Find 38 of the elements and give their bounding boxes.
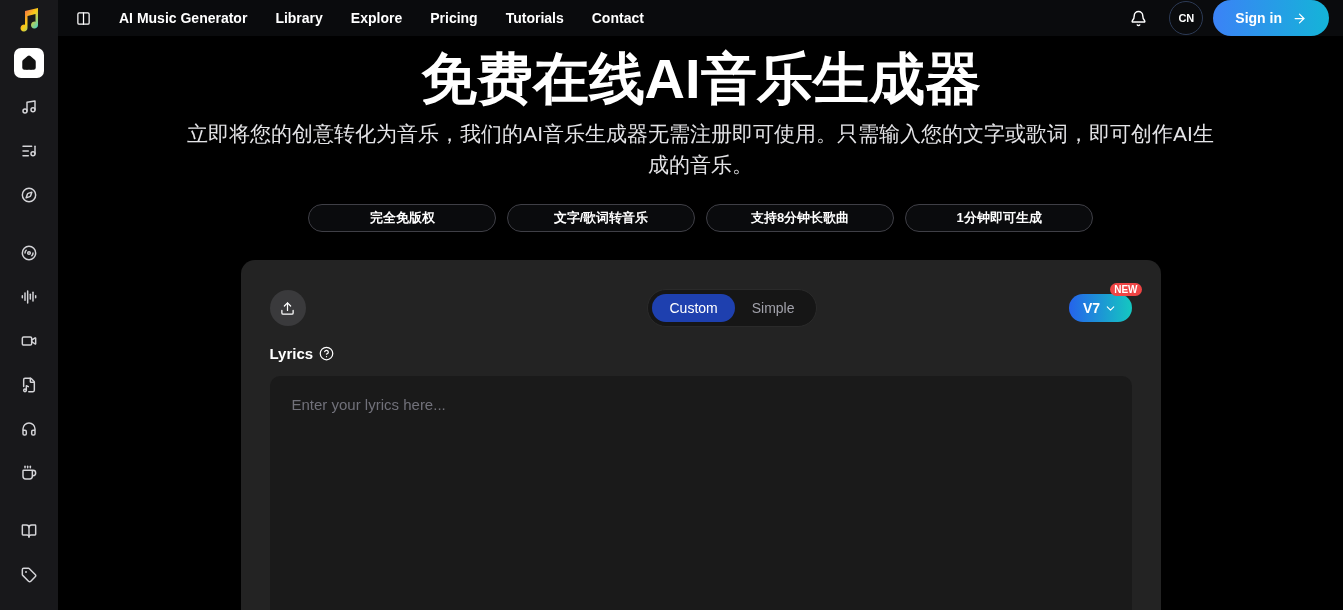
nav-link[interactable]: Explore xyxy=(350,10,403,26)
nav-link[interactable]: Library xyxy=(275,10,323,26)
sidebar-item[interactable] xyxy=(14,48,44,78)
bell-icon[interactable] xyxy=(1130,9,1148,27)
mode-tab[interactable]: Simple xyxy=(734,294,812,322)
page-title: 免费在线AI音乐生成器 xyxy=(420,46,981,112)
coffee-cup-icon xyxy=(21,465,37,481)
video-camera-icon xyxy=(21,333,37,349)
feature-tag: 完全免版权 xyxy=(308,204,496,232)
headphones-icon xyxy=(21,421,37,437)
nav-link[interactable]: AI Music Generator xyxy=(119,10,248,26)
music-logo-icon[interactable] xyxy=(18,7,40,33)
lyrics-input-field[interactable]: Enter your lyrics here... xyxy=(269,376,1132,610)
new-badge: NEW xyxy=(1110,283,1142,296)
music-file-icon xyxy=(21,377,37,393)
nav-link[interactable]: Tutorials xyxy=(505,10,564,26)
waveform-icon xyxy=(21,289,37,305)
page-subtitle: 立即将您的创意转化为音乐，我们的AI音乐生成器无需注册即可使用。只需输入您的文字或歌词，即可创作AI生成的音乐。 xyxy=(186,121,1215,178)
feature-tag: 文字/歌词转音乐 xyxy=(507,204,695,232)
upload-icon xyxy=(280,300,295,316)
tag-icon xyxy=(21,567,37,583)
help-icon[interactable] xyxy=(319,346,335,361)
feature-tag: 1分钟即可生成 xyxy=(905,204,1093,232)
lyrics-label: Lyrics xyxy=(269,345,314,362)
feature-tag: 支持8分钟长歌曲 xyxy=(706,204,894,232)
sidebar-toggle-icon[interactable] xyxy=(76,10,91,26)
music-library-icon xyxy=(21,143,37,159)
compass-icon xyxy=(21,187,37,203)
nav-link[interactable]: Contact xyxy=(591,10,644,26)
mode-tab[interactable]: Custom xyxy=(652,294,735,322)
home-icon xyxy=(21,55,37,71)
version-dropdown[interactable]: V7 xyxy=(1068,294,1132,322)
music-note-icon xyxy=(21,99,37,115)
nav-link[interactable]: Pricing xyxy=(430,10,478,26)
arrow-right-icon xyxy=(1292,10,1307,26)
book-icon xyxy=(21,523,37,539)
upload-button[interactable] xyxy=(269,290,306,326)
disc-icon xyxy=(21,245,37,261)
